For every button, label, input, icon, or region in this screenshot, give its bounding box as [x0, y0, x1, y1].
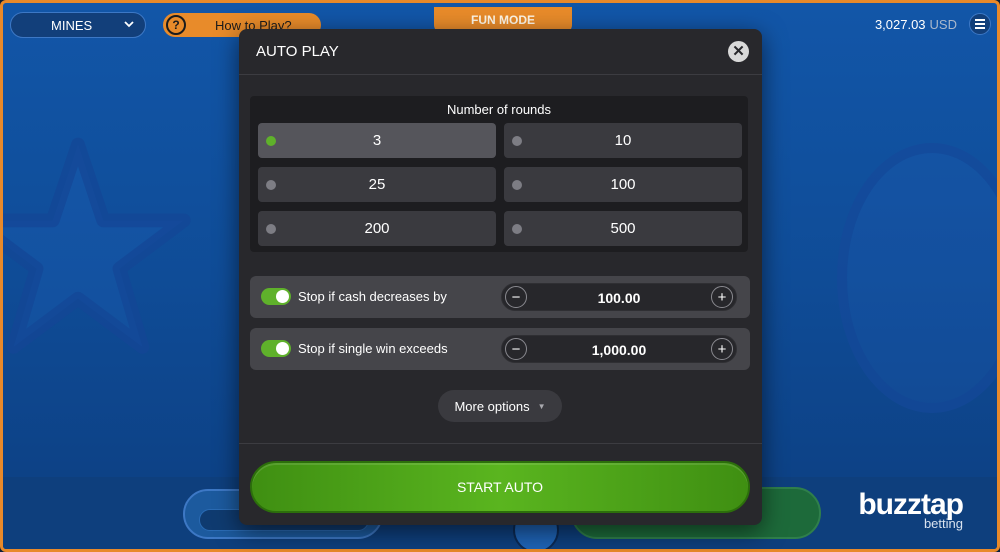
radio-dot-icon [512, 180, 522, 190]
round-option-100[interactable]: 100 [504, 167, 742, 202]
balance-currency: USD [929, 17, 957, 32]
rounds-title: Number of rounds [446, 102, 552, 117]
minus-icon[interactable]: − [505, 286, 527, 308]
round-option-label: 200 [364, 220, 390, 237]
radio-dot-icon [266, 136, 276, 146]
plus-icon[interactable]: + [711, 338, 733, 360]
round-option-label: 3 [372, 132, 382, 149]
game-select-label: MINES [51, 17, 93, 33]
help-icon: ? [166, 15, 186, 35]
menu-icon[interactable] [969, 13, 991, 35]
round-option-25[interactable]: 25 [258, 167, 496, 202]
brand-logo: buzztap betting [858, 490, 964, 532]
more-options-button[interactable]: More options ▼ [438, 390, 562, 422]
balance-amount: 3,027.03 [874, 17, 926, 32]
single-win-value[interactable]: 1,000.00 [532, 342, 706, 358]
star-decoration-icon [3, 137, 191, 354]
round-option-label: 10 [614, 132, 632, 149]
stop-single-win-toggle[interactable] [261, 340, 291, 357]
round-option-label: 25 [368, 176, 386, 193]
game-select-dropdown[interactable]: MINES [10, 12, 146, 38]
modal-title: AUTO PLAY [256, 43, 339, 60]
stop-single-win-label: Stop if single win exceeds [298, 341, 448, 356]
round-option-500[interactable]: 500 [504, 211, 742, 246]
modal-header: AUTO PLAY ✕ [239, 29, 762, 75]
round-option-200[interactable]: 200 [258, 211, 496, 246]
cash-decrease-value[interactable]: 100.00 [532, 290, 706, 306]
toggle-knob [276, 290, 289, 303]
round-option-label: 100 [610, 176, 636, 193]
menu-line [975, 19, 985, 21]
single-win-stepper: − 1,000.00 + [501, 335, 737, 363]
minus-icon[interactable]: − [505, 338, 527, 360]
balance-display: 3,027.03 USD [875, 17, 957, 32]
round-option-label: 500 [610, 220, 636, 237]
stop-cash-decrease-label: Stop if cash decreases by [298, 289, 447, 304]
round-option-3[interactable]: 3 [258, 123, 496, 158]
plus-icon[interactable]: + [711, 286, 733, 308]
close-icon[interactable]: ✕ [728, 41, 749, 62]
chevron-down-icon [124, 21, 134, 28]
stop-cash-decrease-toggle[interactable] [261, 288, 291, 305]
auto-play-modal: AUTO PLAY ✕ Number of rounds 3 10 25 100… [239, 29, 762, 525]
rounds-panel: Number of rounds 3 10 25 100 200 500 [250, 96, 748, 252]
modal-divider [239, 443, 762, 444]
more-options-label: More options [454, 398, 530, 414]
radio-dot-icon [512, 224, 522, 234]
menu-line [975, 23, 985, 25]
caret-down-icon: ▼ [537, 401, 546, 411]
round-option-10[interactable]: 10 [504, 123, 742, 158]
stop-single-win-row: Stop if single win exceeds − 1,000.00 + [250, 328, 750, 370]
coin-decoration-icon [837, 143, 997, 413]
cash-decrease-stepper: − 100.00 + [501, 283, 737, 311]
stop-cash-decrease-row: Stop if cash decreases by − 100.00 + [250, 276, 750, 318]
start-auto-button[interactable]: START AUTO [250, 461, 750, 513]
toggle-knob [276, 342, 289, 355]
menu-line [975, 27, 985, 29]
radio-dot-icon [266, 180, 276, 190]
radio-dot-icon [266, 224, 276, 234]
radio-dot-icon [512, 136, 522, 146]
